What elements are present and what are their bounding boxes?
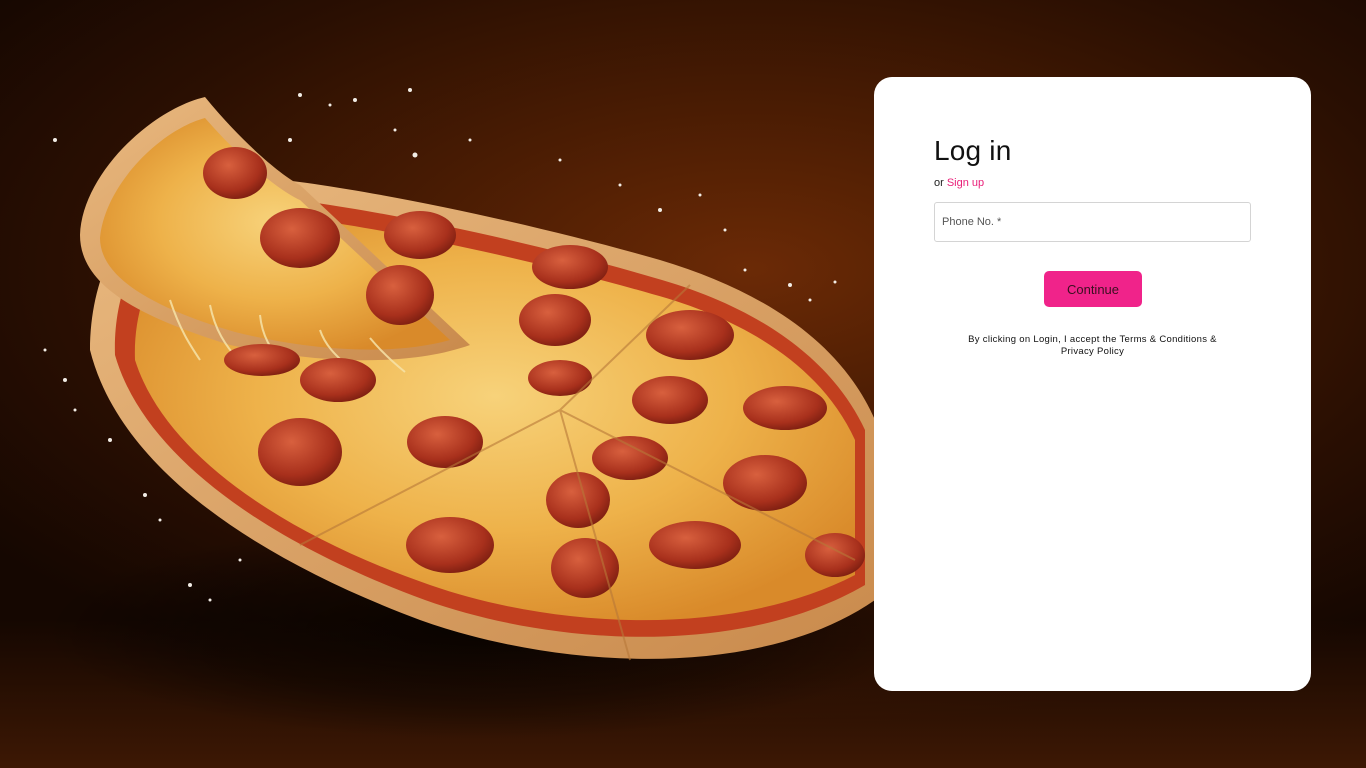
login-page: Log in or Sign up Continue By clicking o… bbox=[0, 0, 1366, 768]
continue-button[interactable]: Continue bbox=[1044, 271, 1142, 307]
signup-prefix: or bbox=[934, 177, 944, 189]
signup-link[interactable]: Sign up bbox=[947, 177, 984, 189]
phone-input[interactable] bbox=[934, 202, 1251, 242]
terms-text: By clicking on Login, I accept the Terms… bbox=[954, 334, 1231, 358]
signup-line: or Sign up bbox=[934, 177, 984, 189]
login-card: Log in or Sign up Continue By clicking o… bbox=[874, 77, 1311, 691]
page-title: Log in bbox=[934, 135, 1012, 166]
terms-line-1: By clicking on Login, I accept the Terms… bbox=[968, 334, 1217, 345]
pizza-image bbox=[43, 88, 875, 661]
terms-line-2: Privacy Policy bbox=[1060, 346, 1125, 357]
